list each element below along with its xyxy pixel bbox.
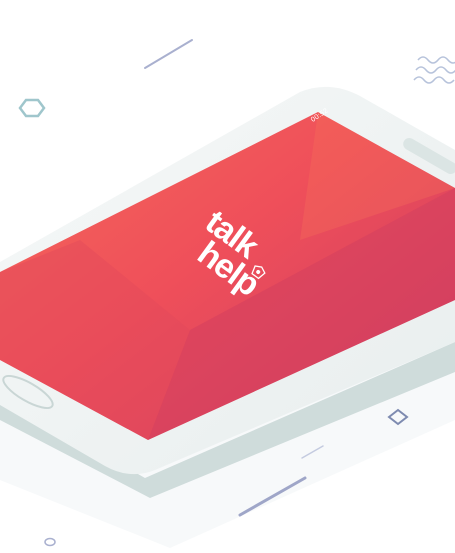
ring-icon [44, 537, 56, 547]
hexagon-icon [18, 98, 46, 118]
illustration-scene: 00:52 talk help [0, 0, 455, 548]
decor-line [144, 39, 193, 69]
wave-icon [413, 56, 455, 84]
